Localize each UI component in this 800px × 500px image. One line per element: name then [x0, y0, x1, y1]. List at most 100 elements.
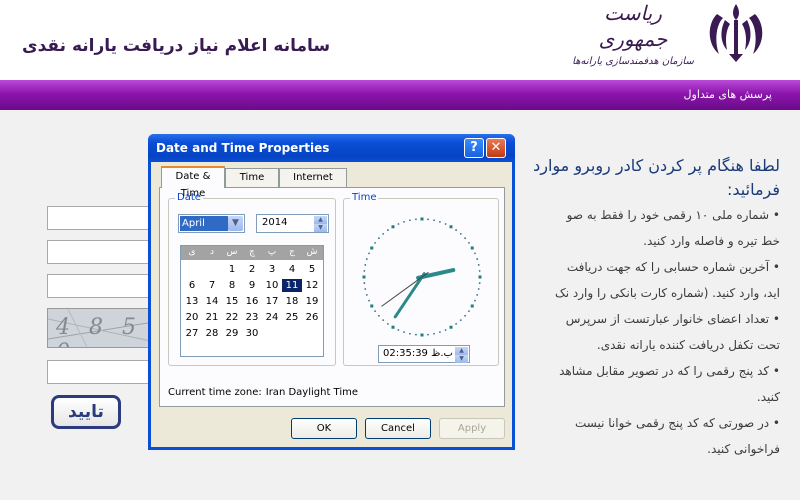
ok-button[interactable]: OK — [291, 418, 357, 439]
clock-tick — [433, 219, 435, 222]
calendar-day[interactable]: 19 — [302, 295, 322, 308]
calendar-day[interactable]: 1 — [222, 263, 242, 276]
calendar-day[interactable]: 28 — [202, 327, 222, 340]
year-stepper[interactable]: 2014 ▲ ▼ — [256, 214, 329, 233]
calendar-day[interactable]: 13 — [182, 295, 202, 308]
calendar-day[interactable]: 8 — [222, 279, 242, 292]
calendar-day[interactable]: 5 — [302, 263, 322, 276]
time-group: Time 02:35:39 ب.ظ ▲ ▼ — [343, 192, 499, 366]
clock-tick — [382, 319, 385, 322]
clock-tick — [474, 299, 476, 302]
calendar-day[interactable]: 15 — [222, 295, 242, 308]
instruction-line: کنید. — [756, 390, 780, 404]
spin-down-icon[interactable]: ▼ — [455, 355, 468, 363]
calendar-day[interactable]: 3 — [262, 263, 282, 276]
tab-time-zone[interactable]: Time Zone — [225, 168, 279, 200]
cancel-button[interactable]: Cancel — [365, 418, 431, 439]
calendar-day[interactable]: 18 — [282, 295, 302, 308]
instruction-line: • تعداد اعضای خانوار عبارتست از سرپرس — [565, 312, 780, 326]
dialog-titlebar[interactable]: Date and Time Properties ? ✕ — [148, 134, 515, 162]
apply-button[interactable]: Apply — [439, 418, 505, 439]
clock-tick — [468, 310, 470, 312]
month-value: April — [180, 216, 228, 231]
clock-tick — [476, 258, 479, 260]
calendar-day[interactable]: 16 — [242, 295, 262, 308]
month-select[interactable]: April ▼ — [178, 214, 245, 233]
clock-tick — [470, 304, 474, 308]
clock-tick — [420, 333, 424, 337]
clock-tick — [444, 329, 447, 331]
clock-tick — [377, 237, 380, 240]
calendar-day[interactable]: 2 — [242, 263, 262, 276]
time-group-label: Time — [350, 192, 379, 203]
current-time-zone-value: Iran Daylight Time — [265, 387, 359, 398]
time-stepper[interactable]: 02:35:39 ب.ظ ▲ ▼ — [378, 345, 470, 363]
clock-tick — [377, 314, 380, 317]
clock-tick — [368, 252, 370, 255]
calendar-day[interactable]: 12 — [302, 279, 322, 292]
clock-tick — [363, 270, 366, 272]
calendar-day[interactable]: 9 — [242, 279, 262, 292]
faq-link[interactable]: پرسش های متداول — [684, 88, 772, 101]
tab-date-time[interactable]: Date & Time — [161, 166, 225, 199]
calendar-day[interactable]: 30 — [242, 327, 262, 340]
calendar-day[interactable]: 14 — [202, 295, 222, 308]
clock-tick — [420, 217, 424, 221]
calendar-weekday: ش — [306, 247, 318, 257]
calendar-day[interactable]: 20 — [182, 311, 202, 324]
calendar-weekday: پ — [267, 247, 277, 257]
help-button[interactable]: ? — [464, 138, 484, 158]
calendar-day[interactable]: 22 — [222, 311, 242, 324]
close-button[interactable]: ✕ — [486, 138, 506, 158]
clock-tick — [363, 282, 366, 284]
calendar-day[interactable]: 6 — [182, 279, 202, 292]
instruction-line: • در صورتی که کد پنج رقمی خوانا نیست — [575, 416, 780, 430]
clock-tick — [370, 304, 374, 308]
nav-bar: پرسش های متداول — [0, 80, 800, 110]
clock-tick — [478, 282, 481, 284]
clock-tick — [397, 223, 400, 225]
calendar-weekday: س — [226, 247, 238, 257]
clock-tick — [444, 223, 447, 225]
submit-button[interactable]: تایید — [51, 395, 121, 429]
calendar-weekday: چ — [249, 247, 255, 257]
tab-internet-time[interactable]: Internet Time — [279, 168, 347, 200]
clock-tick — [382, 232, 385, 235]
spin-down-icon[interactable]: ▼ — [314, 224, 327, 232]
calendar-day[interactable]: 4 — [282, 263, 302, 276]
calendar-day[interactable]: 23 — [242, 311, 262, 324]
clock-tick — [364, 288, 367, 290]
clock-tick — [459, 232, 462, 235]
clock-tick — [476, 294, 479, 296]
iran-emblem-icon — [709, 4, 763, 62]
calendar-day[interactable]: 24 — [262, 311, 282, 324]
calendar-day[interactable]: 10 — [262, 279, 282, 292]
clock-tick — [433, 332, 435, 335]
clock-tick — [391, 225, 395, 229]
spin-up-icon[interactable]: ▲ — [455, 347, 468, 355]
clock-tick — [409, 332, 411, 335]
clock-tick — [427, 218, 429, 221]
calendar-day[interactable]: 7 — [202, 279, 222, 292]
clock-tick — [362, 275, 366, 279]
calendar-weekday: ی — [188, 247, 196, 257]
calendar-day[interactable]: 21 — [202, 311, 222, 324]
calendar-day[interactable]: 25 — [282, 311, 302, 324]
instructions-panel: لطفا هنگام پر کردن کادر روبرو موارد فرما… — [520, 154, 780, 464]
clock-minute-hand — [393, 272, 426, 319]
clock-tick — [365, 294, 368, 296]
instruction-line: اید، وارد کنید. (شماره کارت بانکی را وار… — [554, 286, 780, 300]
instruction-line: • شماره ملی ۱۰ رقمی خود را فقط به صو — [566, 208, 780, 222]
calendar-day[interactable]: 26 — [302, 311, 322, 324]
date-group: Date April ▼ 2014 ▲ ▼ شجپچسدی 1234567891… — [168, 192, 336, 366]
calendar-day[interactable]: 27 — [182, 327, 202, 340]
logo-text: ریاست جمهوری سازمان هدفمندسازی یارانه‌ها — [570, 0, 696, 72]
calendar-day[interactable]: 17 — [262, 295, 282, 308]
time-value: 02:35:39 ب.ظ — [383, 348, 453, 359]
clock-tick — [415, 218, 417, 221]
chevron-down-icon[interactable]: ▼ — [228, 216, 243, 231]
calendar-day-selected[interactable]: 11 — [282, 279, 302, 292]
spin-up-icon[interactable]: ▲ — [314, 216, 327, 224]
calendar-day[interactable]: 29 — [222, 327, 242, 340]
date-time-dialog: Date and Time Properties ? ✕ Date & Time… — [148, 134, 515, 450]
